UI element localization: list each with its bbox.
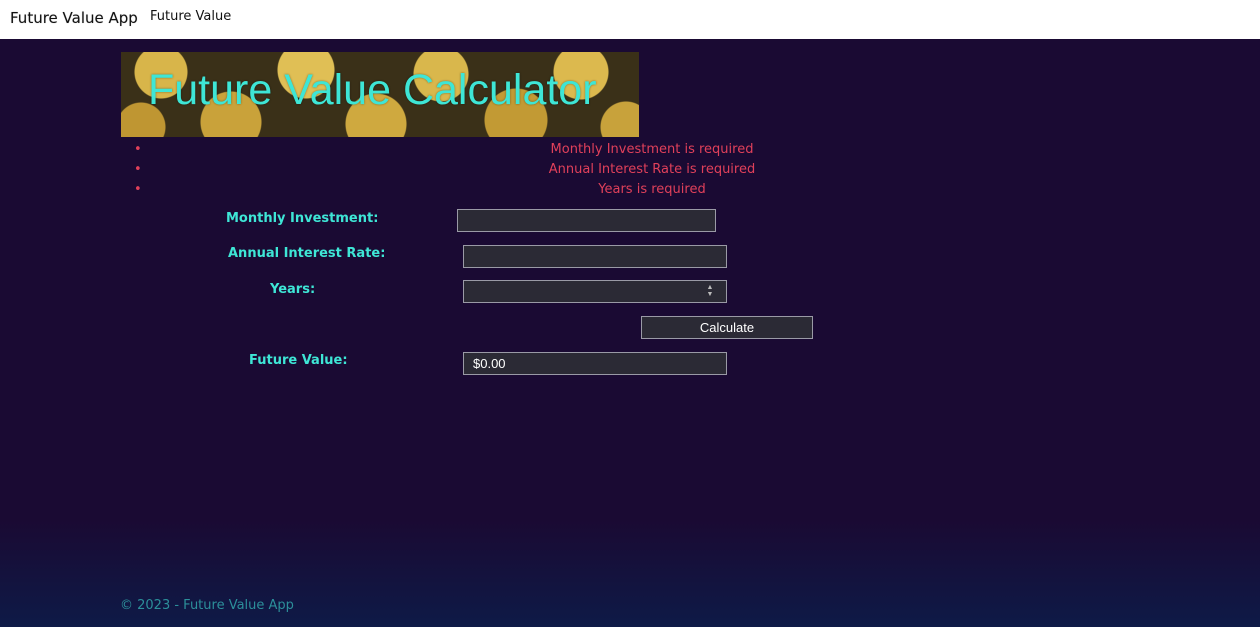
future-value-output: $0.00 <box>463 352 727 375</box>
navbar: Future Value App Future Value <box>0 0 1260 39</box>
nav-link-future-value[interactable]: Future Value <box>150 9 231 24</box>
years-label: Years: <box>270 282 316 297</box>
error-item: • Years is required <box>121 180 1183 200</box>
validation-summary: • Monthly Investment is required • Annual … <box>121 140 1183 200</box>
bullet-icon: • <box>134 182 142 197</box>
error-item: • Monthly Investment is required <box>121 140 1183 160</box>
annual-interest-rate-input[interactable] <box>463 245 727 268</box>
error-item: • Annual Interest Rate is required <box>121 160 1183 180</box>
bullet-icon: • <box>134 142 142 157</box>
brand-link[interactable]: Future Value App <box>10 9 138 27</box>
annual-interest-rate-label: Annual Interest Rate: <box>228 246 386 261</box>
bullet-icon: • <box>134 162 142 177</box>
years-input[interactable]: ▲ ▼ <box>463 280 727 303</box>
monthly-investment-label: Monthly Investment: <box>226 211 379 226</box>
future-value-label: Future Value: <box>249 353 348 368</box>
monthly-investment-input[interactable] <box>457 209 716 232</box>
footer-copyright: © 2023 - Future Value App <box>120 598 294 613</box>
stepper-icon[interactable]: ▲ ▼ <box>706 284 714 298</box>
calculate-button[interactable]: Calculate <box>641 316 813 339</box>
page-title: Future Value Calculator <box>148 66 597 114</box>
header-banner: Future Value Calculator <box>121 52 639 137</box>
